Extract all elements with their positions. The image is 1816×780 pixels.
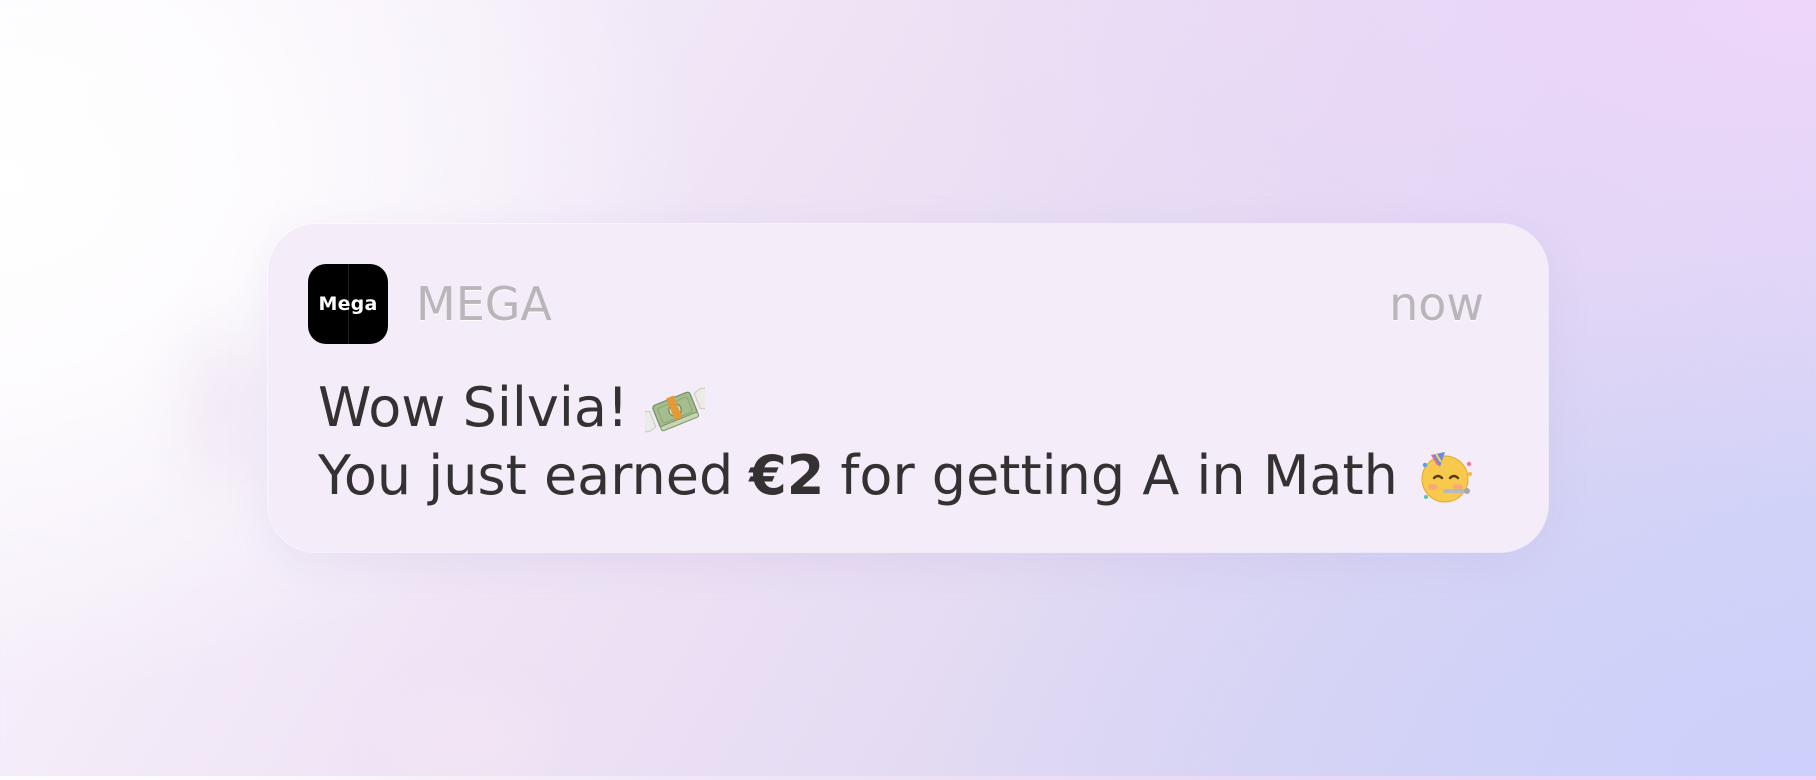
message-line-1: Wow Silvia! $ [318, 374, 1478, 442]
message-line-2: You just earned €2 for getting A in Math [318, 442, 1478, 510]
timestamp: now [1389, 277, 1484, 331]
earned-amount: €2 [749, 444, 825, 507]
partying-face-icon [1421, 452, 1472, 503]
app-icon: Mega [308, 264, 388, 344]
message-earned-text: You just earned [318, 444, 734, 507]
background-blur-left [190, 330, 260, 490]
app-icon-label: Mega [318, 293, 378, 315]
message-greeting: Wow Silvia! [318, 376, 629, 439]
notification-card[interactable]: Mega MEGA now Wow Silvia! $ You just ear… [268, 224, 1548, 552]
background-blur-bottom [390, 700, 550, 780]
app-name: MEGA [416, 277, 552, 331]
money-with-wings-icon: $ [644, 387, 705, 433]
message-reason-text: for getting A in Math [840, 444, 1398, 507]
notification-message: Wow Silvia! $ You just earned €2 for g [318, 374, 1478, 510]
